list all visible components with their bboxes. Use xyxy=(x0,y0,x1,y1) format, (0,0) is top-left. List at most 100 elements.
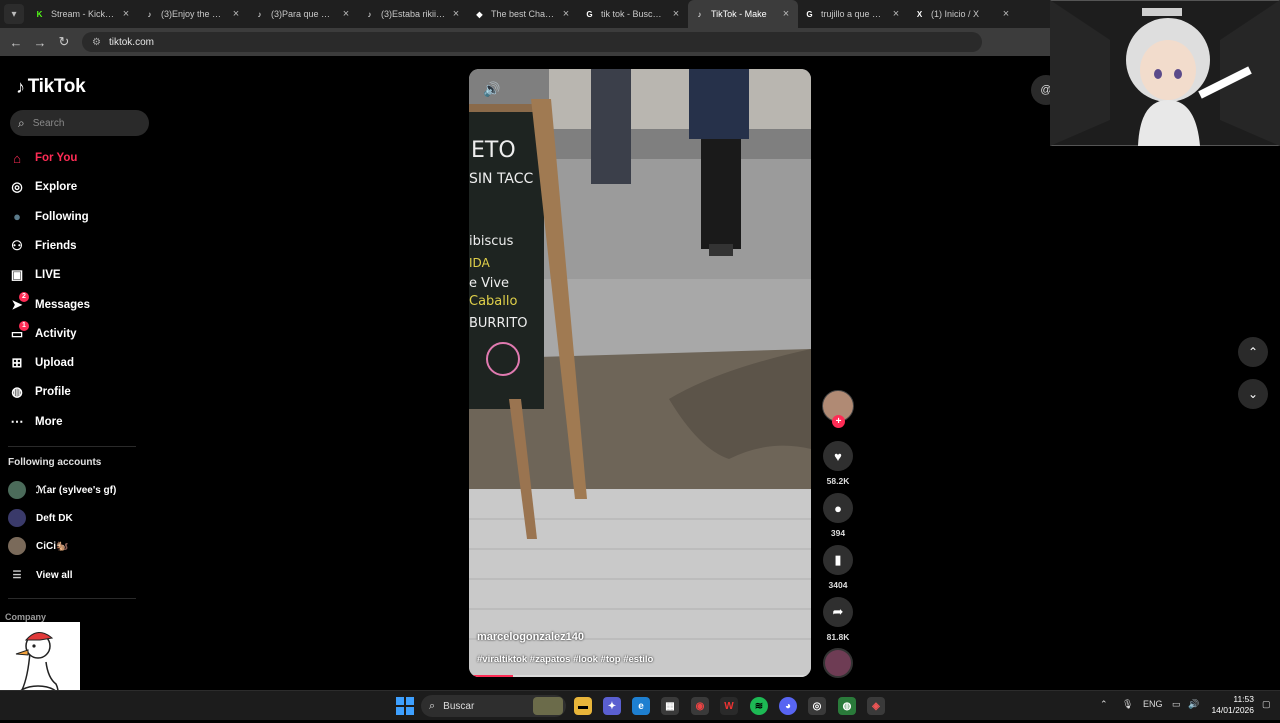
windows-taskbar: ⌕ Buscar ▬ ✦ e ▦ ◉ W ≋ ◕ ◎ ◍ ◈ ⌃ 🎙 ENG ▭… xyxy=(0,690,1280,720)
company-link[interactable]: Company xyxy=(5,612,46,622)
follow-plus-icon[interactable]: + xyxy=(832,415,845,428)
close-tab-icon[interactable]: × xyxy=(230,8,242,20)
tiktok-logo[interactable]: ♪ TikTok xyxy=(16,76,86,98)
svg-text:BURRITO: BURRITO xyxy=(469,316,528,331)
friends-icon: ⚇ xyxy=(11,237,23,253)
share-button[interactable]: ➦ xyxy=(823,597,853,627)
tiktok-icon: ♪ xyxy=(257,9,262,19)
video-player[interactable]: ETO SIN TACC ibiscus IDA e Vive Caballo … xyxy=(469,69,811,677)
back-button[interactable]: ← xyxy=(4,35,28,50)
chrome-icon[interactable]: ◉ xyxy=(691,697,709,715)
sidebar-item-live[interactable]: ▣ LIVE xyxy=(8,264,148,286)
video-author[interactable]: marcelogonzalez140 xyxy=(477,631,584,643)
store-icon[interactable]: ▦ xyxy=(661,697,679,715)
sidebar-item-more[interactable]: ⋯ More xyxy=(8,411,148,433)
tab-title: TikTok - Make xyxy=(711,9,767,19)
file-explorer-icon[interactable]: ▬ xyxy=(574,697,592,715)
obs-icon[interactable]: ◎ xyxy=(808,697,826,715)
browser-tab[interactable]: ♪ TikTok - Make × xyxy=(688,0,798,28)
sidebar-item-messages[interactable]: ➤ 2 Messages xyxy=(8,291,148,316)
following-account[interactable]: Deft DK xyxy=(8,508,73,528)
sidebar-item-friends[interactable]: ⚇ Friends xyxy=(8,235,148,257)
close-tab-icon[interactable]: × xyxy=(340,8,352,20)
search-input[interactable]: ⌕ Search xyxy=(10,110,149,136)
app-icon[interactable]: W xyxy=(720,697,738,715)
sidebar-item-following[interactable]: ● Following xyxy=(8,206,148,228)
volume-icon[interactable]: 🔊 xyxy=(1188,699,1199,710)
chatbot-icon: ◆ xyxy=(476,9,483,19)
close-tab-icon[interactable]: × xyxy=(560,8,572,20)
site-info-icon[interactable]: ⚙ xyxy=(92,37,101,48)
close-tab-icon[interactable]: × xyxy=(890,8,902,20)
close-tab-icon[interactable]: × xyxy=(450,8,462,20)
divider xyxy=(8,446,136,447)
save-count: 3404 xyxy=(828,580,848,590)
sidebar-item-for-you[interactable]: ⌂ For You xyxy=(8,147,148,169)
sidebar-item-activity[interactable]: ▭ 1 Activity xyxy=(8,320,148,345)
sidebar-item-label: Following xyxy=(35,210,89,223)
tray-overflow-icon[interactable]: ⌃ xyxy=(1100,699,1108,710)
start-button[interactable] xyxy=(396,697,414,715)
comment-button[interactable]: ● xyxy=(823,493,853,523)
sidebar-item-label: Activity xyxy=(35,327,77,340)
reload-button[interactable]: ↻ xyxy=(52,34,76,50)
brand-name: TikTok xyxy=(27,76,86,97)
following-account[interactable]: ℳar (sylvee's gf) xyxy=(8,480,116,500)
tab-title: (3)Enjoy the Fun xyxy=(161,9,226,19)
search-highlight-icon[interactable] xyxy=(533,697,563,715)
view-all-label: View all xyxy=(36,569,73,581)
video-hashtags[interactable]: #viraltiktok #zapatos #look #top #estilo xyxy=(477,654,653,665)
sidebar-item-profile[interactable]: ◍ Profile xyxy=(8,381,148,403)
account-name: ℳar (sylvee's gf) xyxy=(36,484,117,496)
spotify-icon[interactable]: ≋ xyxy=(750,697,768,715)
messages-icon: ➤ 2 xyxy=(8,291,29,314)
sidebar-item-explore[interactable]: ◎ Explore xyxy=(8,176,148,198)
live-icon: ▣ xyxy=(10,267,24,283)
network-icon[interactable]: ▭ xyxy=(1172,699,1181,710)
divider xyxy=(8,598,136,599)
close-tab-icon[interactable]: × xyxy=(1000,8,1012,20)
browser-tab[interactable]: ♪ (3)Enjoy the Fun × xyxy=(138,0,248,28)
close-tab-icon[interactable]: × xyxy=(780,8,792,20)
notifications-icon[interactable]: ▢ xyxy=(1262,699,1271,710)
copilot-icon[interactable]: ✦ xyxy=(603,697,621,715)
music-disc-avatar[interactable] xyxy=(823,648,853,678)
volume-icon[interactable]: 🔊 xyxy=(483,81,500,98)
next-video-button[interactable]: ⌄ xyxy=(1238,379,1268,409)
svg-text:IDA: IDA xyxy=(469,256,491,270)
view-all-link[interactable]: ☰ View all xyxy=(8,565,73,585)
close-tab-icon[interactable]: × xyxy=(120,8,132,20)
discord-icon[interactable]: ◕ xyxy=(779,697,797,715)
app-icon[interactable]: ◈ xyxy=(867,697,885,715)
browser-tab[interactable]: X (1) Inicio / X × xyxy=(908,0,1018,28)
tab-title: Stream - Kick Das xyxy=(51,9,116,19)
browser-tab[interactable]: ◆ The best ChatBot × xyxy=(468,0,578,28)
close-tab-icon[interactable]: × xyxy=(670,8,682,20)
like-button[interactable]: ♥ xyxy=(823,441,853,471)
browser-tab[interactable]: Gtik tok - Buscar co × xyxy=(578,0,688,28)
chevron-down-icon: ⌄ xyxy=(1247,387,1259,401)
language-indicator[interactable]: ENG xyxy=(1143,699,1163,709)
save-button[interactable]: ▮ xyxy=(823,545,853,575)
sidebar-item-upload[interactable]: ⊞ Upload xyxy=(8,352,148,374)
edge-icon[interactable]: e xyxy=(632,697,650,715)
tab-title: The best ChatBot xyxy=(491,9,556,19)
following-account[interactable]: CiCi🐿️ xyxy=(8,536,68,556)
url-field[interactable]: ⚙ tiktok.com xyxy=(82,32,982,52)
browser-tab[interactable]: ♪ (3)Para que más × xyxy=(248,0,358,28)
home-icon: ⌂ xyxy=(13,150,21,166)
video-progress-bar[interactable] xyxy=(469,675,811,677)
microphone-icon[interactable]: 🎙 xyxy=(1122,699,1133,710)
x-icon: X xyxy=(916,9,923,19)
system-clock[interactable]: 11:53 14/01/2026 xyxy=(1208,694,1254,716)
browser-tab[interactable]: Gtrujillo a que dep × xyxy=(798,0,908,28)
following-accounts-title: Following accounts xyxy=(8,457,102,468)
browser-tab[interactable]: ♪ (3)Estaba rikiiii😋 × xyxy=(358,0,468,28)
previous-video-button[interactable]: ⌃ xyxy=(1238,337,1268,367)
browser-tab[interactable]: K Stream - Kick Das × xyxy=(28,0,138,28)
tab-title: (3)Para que más xyxy=(271,9,336,19)
tab-search-dropdown[interactable]: ▾ xyxy=(4,4,24,24)
forward-button[interactable]: → xyxy=(28,35,52,50)
app-icon[interactable]: ◍ xyxy=(838,697,856,715)
tiktok-icon: ♪ xyxy=(367,9,372,19)
